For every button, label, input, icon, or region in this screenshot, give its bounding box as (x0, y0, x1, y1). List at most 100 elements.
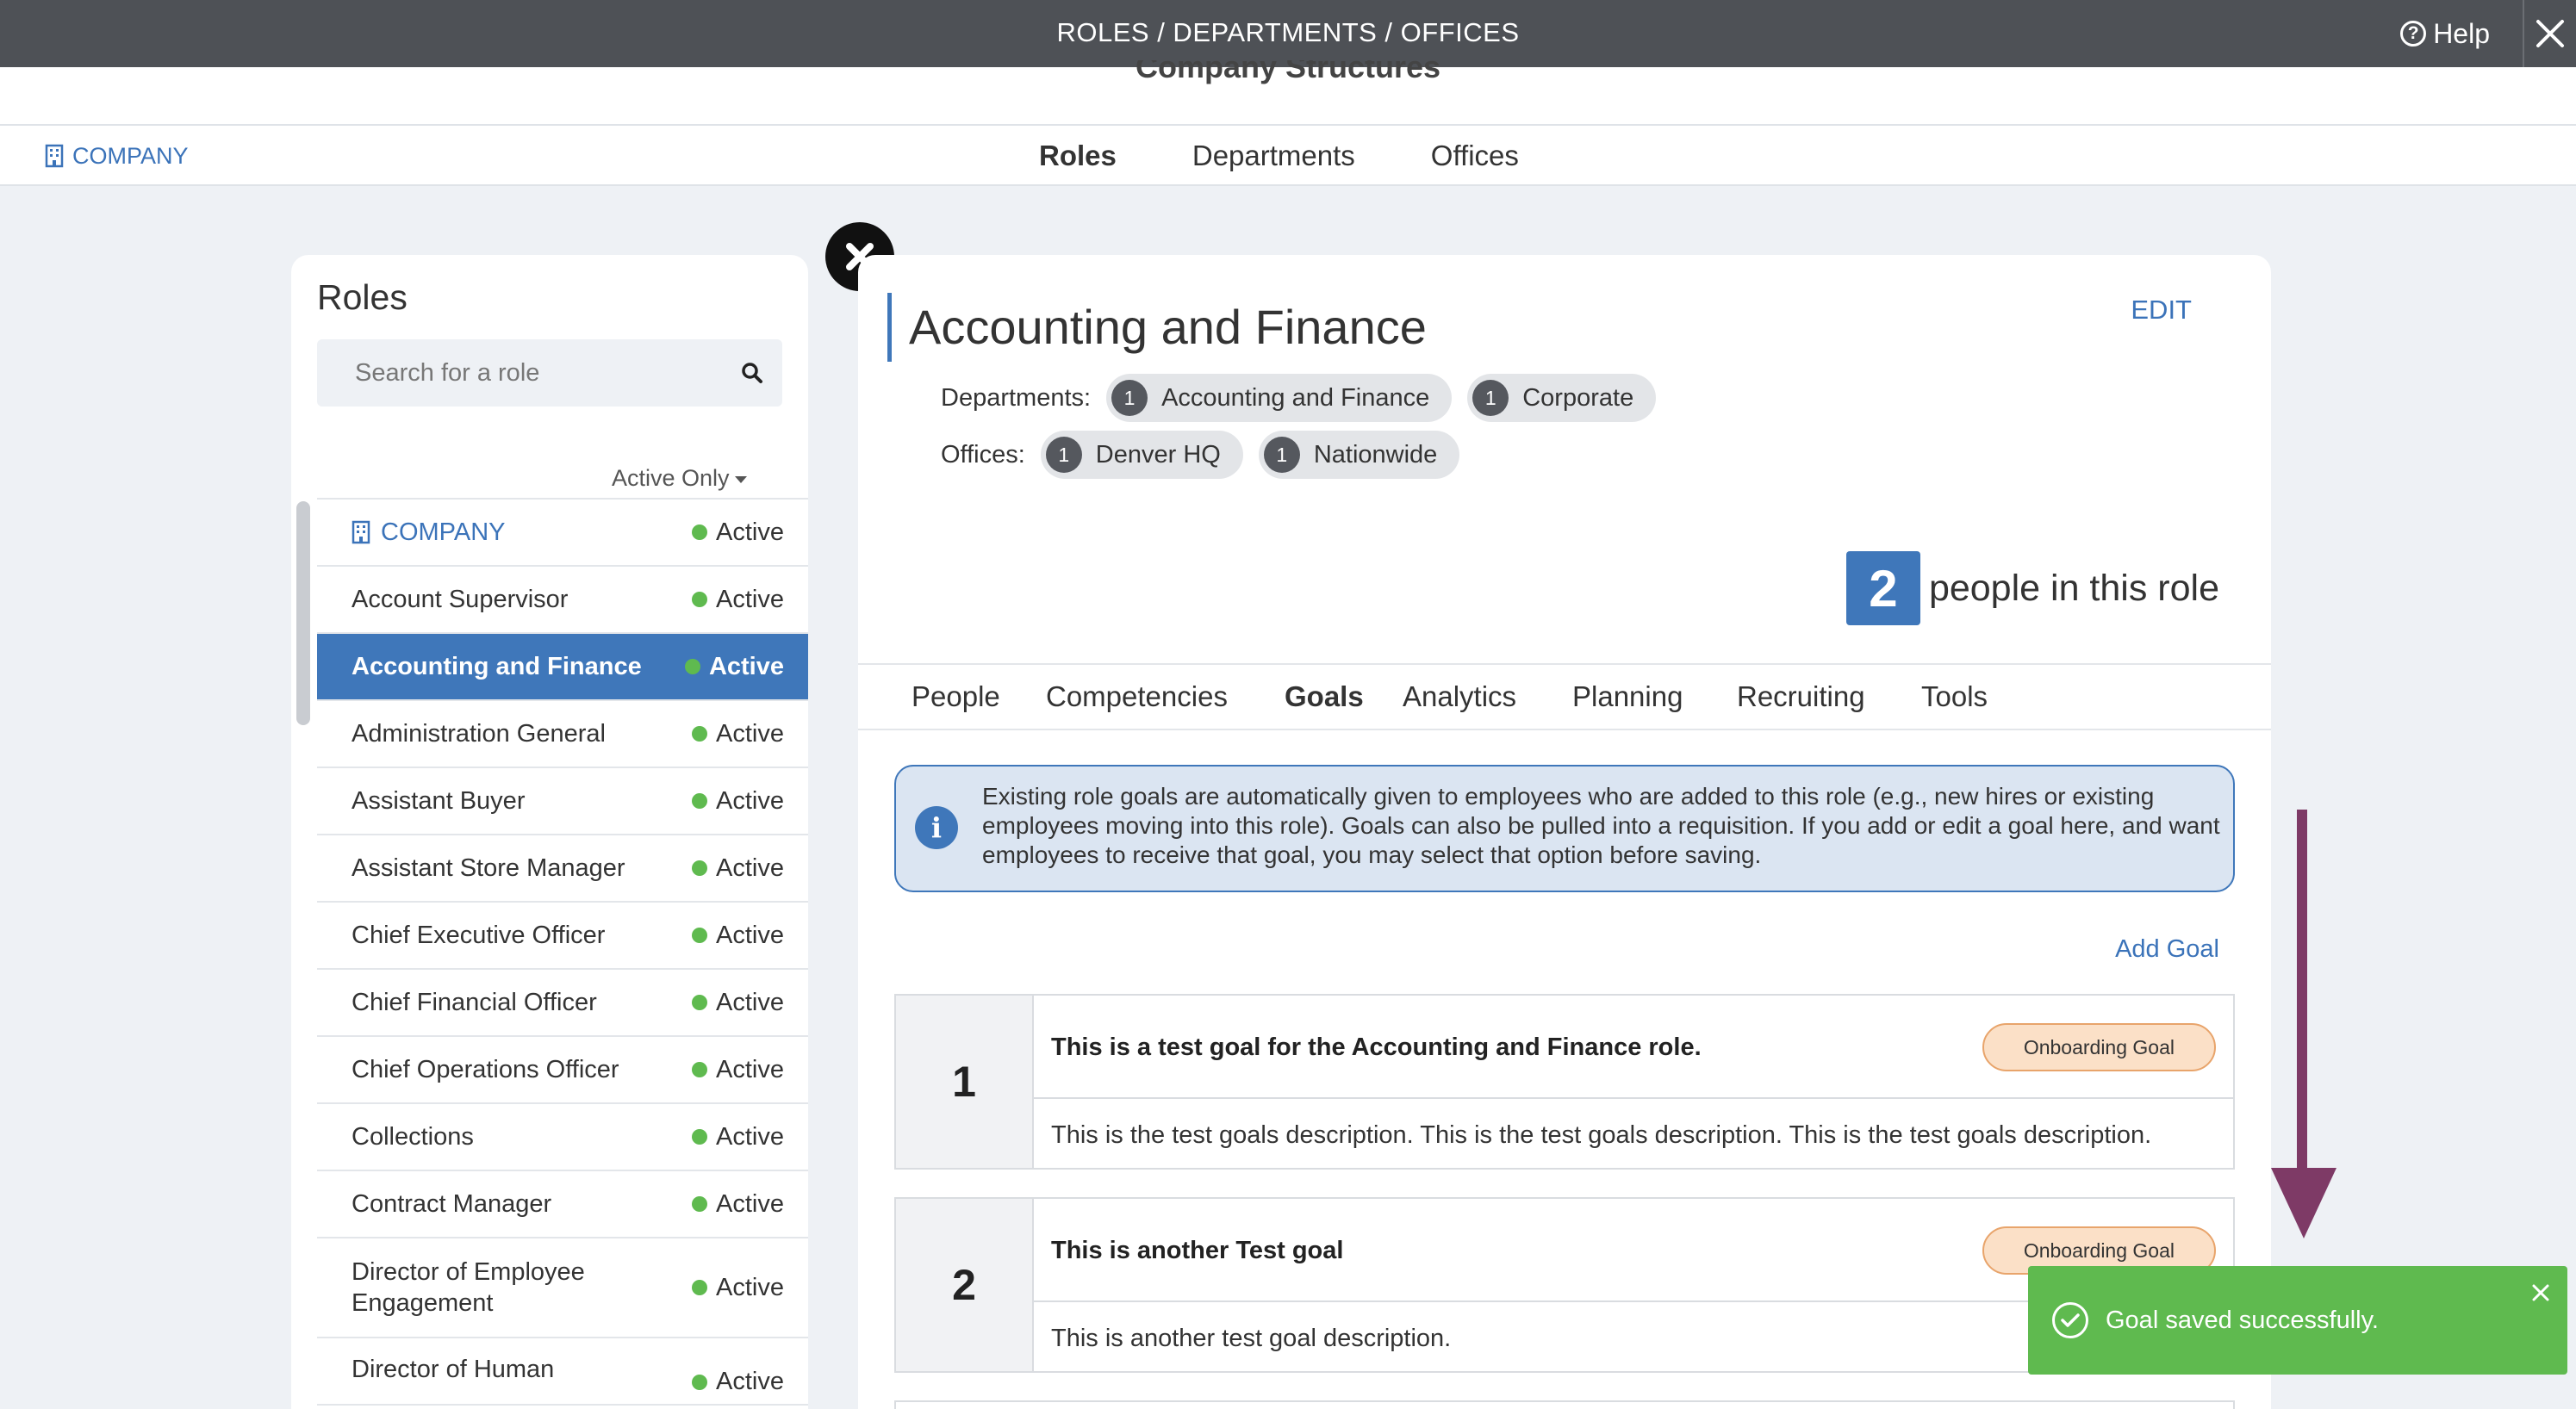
status-dot (692, 928, 708, 943)
role-status: Active (708, 652, 784, 680)
role-item-company[interactable]: COMPANY Active (317, 500, 808, 567)
role-name: Assistant Buyer (352, 786, 526, 815)
departments-label: Departments: (941, 383, 1092, 412)
status-dot (692, 726, 708, 742)
status-dot (692, 995, 708, 1010)
info-icon: i (915, 806, 958, 849)
role-title: Accounting and Finance (887, 293, 1427, 362)
tab-roles[interactable]: Roles (1039, 140, 1117, 172)
help-button[interactable]: ? Help (2400, 0, 2490, 67)
tab-goals[interactable]: Goals (1285, 665, 1364, 729)
section-tabs: Roles Departments Offices (1039, 126, 1519, 186)
toast-close-icon[interactable] (2531, 1280, 2550, 1309)
role-search (317, 339, 782, 407)
role-status: Active (716, 853, 784, 882)
top-header: ROLES / DEPARTMENTS / OFFICES ? Help (0, 0, 2576, 67)
role-status: Active (716, 921, 784, 949)
office-chip[interactable]: 1 Nationwide (1258, 431, 1460, 479)
department-chip[interactable]: 1 Accounting and Finance (1106, 374, 1453, 422)
role-item[interactable]: Assistant Buyer Active (317, 768, 808, 835)
role-search-input[interactable] (317, 339, 731, 407)
department-chip[interactable]: 1 Corporate (1467, 374, 1657, 422)
building-icon (45, 144, 64, 168)
status-dot (692, 793, 708, 809)
role-name: Director of Employee Engagement (352, 1258, 585, 1317)
goal-description: This is another test goal description. (1051, 1325, 1452, 1352)
tab-departments[interactable]: Departments (1192, 140, 1355, 172)
role-status: Active (716, 719, 784, 748)
help-icon: ? (2400, 21, 2427, 47)
role-item[interactable]: Account Supervisor Active (317, 567, 808, 634)
status-dot (692, 860, 708, 876)
role-item[interactable]: Chief Operations Officer Active (317, 1037, 808, 1104)
tab-analytics[interactable]: Analytics (1403, 665, 1516, 729)
offices-label: Offices: (941, 440, 1025, 469)
role-item[interactable]: Director of Employee Engagement Active (317, 1238, 808, 1338)
goal-title: This is a test goal for the Accounting a… (1051, 1033, 1702, 1061)
goal-card[interactable]: 1 This is a test goal for the Accounting… (894, 994, 2235, 1170)
roles-scrollbar[interactable] (296, 501, 310, 725)
tab-offices[interactable]: Offices (1431, 140, 1519, 172)
add-goal-button[interactable]: Add Goal (2115, 935, 2219, 964)
tab-planning[interactable]: Planning (1572, 665, 1683, 729)
goal-number: 2 (896, 1199, 1034, 1371)
people-count-label: people in this role (1928, 567, 2219, 609)
role-name: Accounting and Finance (352, 652, 642, 680)
status-filter-dropdown[interactable]: Active Only (612, 465, 747, 492)
company-link-label: COMPANY (72, 142, 189, 169)
goals-info-text: Existing role goals are automatically gi… (982, 783, 2220, 868)
goal-title: This is another Test goal (1051, 1237, 1344, 1264)
status-dot (692, 1280, 708, 1295)
tab-people[interactable]: People (912, 665, 1000, 729)
chip-count: 1 (1472, 380, 1509, 416)
offices-row: Offices: 1 Denver HQ 1 Nationwide (941, 431, 1460, 479)
role-item[interactable]: Administration General Active (317, 701, 808, 768)
role-status: Active (716, 1368, 784, 1395)
role-status: Active (716, 1189, 784, 1218)
status-dot (692, 1196, 708, 1212)
status-dot (692, 592, 708, 607)
role-status: Active (716, 988, 784, 1016)
chip-count: 1 (1111, 380, 1148, 416)
role-item[interactable]: Chief Executive Officer Active (317, 903, 808, 970)
office-chip[interactable]: 1 Denver HQ (1040, 431, 1243, 479)
chip-label: Nationwide (1313, 440, 1438, 469)
tab-recruiting[interactable]: Recruiting (1737, 665, 1865, 729)
people-count-summary: 2 people in this role (1845, 551, 2219, 625)
tab-competencies[interactable]: Competencies (1046, 665, 1228, 729)
edit-button[interactable]: EDIT (2131, 295, 2192, 326)
role-item-selected[interactable]: Accounting and Finance Active (317, 634, 808, 701)
role-status: Active (716, 518, 784, 546)
chip-label: Accounting and Finance (1161, 383, 1430, 412)
role-name: Director of Human (352, 1356, 555, 1383)
status-dot (692, 524, 708, 540)
roles-panel: Roles Active Only COMPANY Active Account… (291, 255, 808, 1409)
goal-card[interactable] (894, 1400, 2235, 1409)
role-name: Account Supervisor (352, 585, 569, 613)
role-status: Active (716, 1055, 784, 1083)
role-name: Chief Executive Officer (352, 921, 606, 949)
role-item[interactable]: Contract Manager Active (317, 1171, 808, 1238)
role-item[interactable]: Assistant Store Manager Active (317, 835, 808, 903)
goal-description: This is the test goals description. This… (1051, 1121, 2152, 1149)
role-status: Active (716, 1122, 784, 1151)
close-window-button[interactable] (2523, 0, 2576, 67)
role-item[interactable]: Chief Financial Officer Active (317, 970, 808, 1037)
goal-header: This is a test goal for the Accounting a… (1034, 996, 2233, 1099)
people-count: 2 (1845, 551, 1920, 625)
role-name: Administration General (352, 719, 606, 748)
role-status: Active (716, 786, 784, 815)
role-name: Chief Financial Officer (352, 988, 597, 1016)
role-item[interactable]: Director of Human Active (317, 1338, 808, 1406)
role-status: Active (716, 1273, 784, 1301)
role-item[interactable]: Collections Active (317, 1104, 808, 1171)
company-link[interactable]: COMPANY (45, 126, 189, 186)
chip-count: 1 (1045, 437, 1082, 473)
status-dot (692, 1062, 708, 1077)
chip-count: 1 (1263, 437, 1300, 473)
goal-number: 1 (896, 996, 1034, 1168)
search-icon[interactable] (731, 339, 774, 407)
departments-row: Departments: 1 Accounting and Finance 1 Co… (941, 374, 1657, 422)
tab-tools[interactable]: Tools (1921, 665, 1988, 729)
role-name: Contract Manager (352, 1189, 552, 1218)
